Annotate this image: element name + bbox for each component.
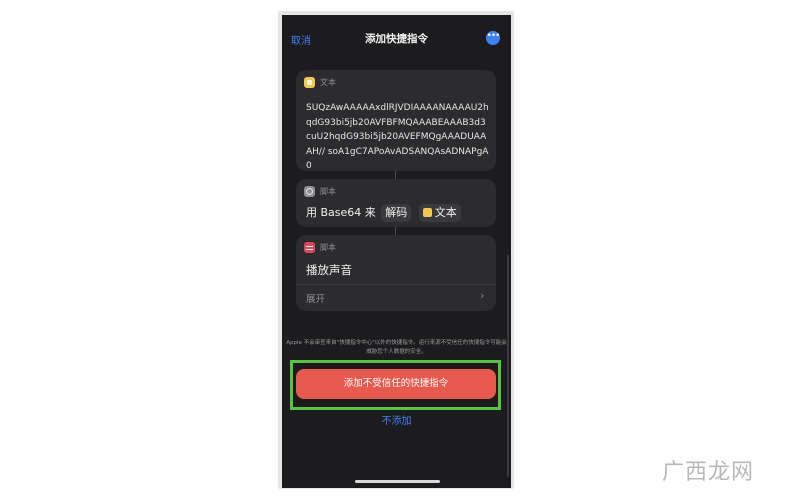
home-indicator: [355, 480, 440, 483]
action-category: 脚本: [320, 243, 336, 252]
base64-prefix: 用 Base64 来: [306, 206, 376, 219]
action-connector: [395, 227, 396, 235]
base64-row: 用 Base64 来 解码 文本: [306, 203, 463, 223]
card-divider: [296, 284, 496, 285]
decode-mode-chip[interactable]: 解码: [381, 204, 412, 222]
scrollbar[interactable]: [507, 255, 509, 477]
text-variable-chip[interactable]: 文本: [418, 204, 461, 222]
page-title: 添加快捷指令: [365, 33, 428, 45]
play-sound-title: 播放声音: [306, 263, 352, 277]
action-card-base64[interactable]: 脚本 用 Base64 来 解码 文本: [296, 179, 496, 227]
gear-icon: [304, 186, 315, 197]
nav-bar: 取消 添加快捷指令 •••: [282, 15, 511, 61]
chevron-right-icon[interactable]: ›: [480, 289, 484, 302]
dont-add-button[interactable]: 不添加: [282, 412, 511, 427]
sound-icon: [304, 242, 315, 253]
add-untrusted-shortcut-button[interactable]: 添加不受信任的快捷指令: [296, 369, 496, 399]
watermark-logo: 广西龙网: [662, 460, 755, 485]
more-options-icon[interactable]: •••: [486, 31, 500, 45]
action-category: 文本: [320, 78, 336, 87]
action-header: 文本: [304, 77, 336, 89]
text-content[interactable]: SUQzAwAAAAAxdlRJVDIAAAANAAAAU2hqdG93bi5j…: [306, 101, 490, 174]
text-icon: [304, 77, 315, 88]
action-card-text[interactable]: 文本 SUQzAwAAAAAxdlRJVDIAAAANAAAAU2hqdG93b…: [296, 70, 496, 171]
security-notice: Apple 不会审查来自"快捷指令中心"以外的快捷指令。运行来源不受信任的快捷指…: [286, 340, 507, 355]
action-card-play-sound[interactable]: 脚本 播放声音 展开 ›: [296, 235, 496, 311]
action-header: 脚本: [304, 242, 336, 254]
action-header: 脚本: [304, 186, 336, 198]
text-variable-icon: [422, 208, 432, 217]
expand-button[interactable]: 展开: [306, 291, 325, 305]
action-category: 脚本: [320, 187, 336, 196]
action-connector: [395, 171, 396, 179]
